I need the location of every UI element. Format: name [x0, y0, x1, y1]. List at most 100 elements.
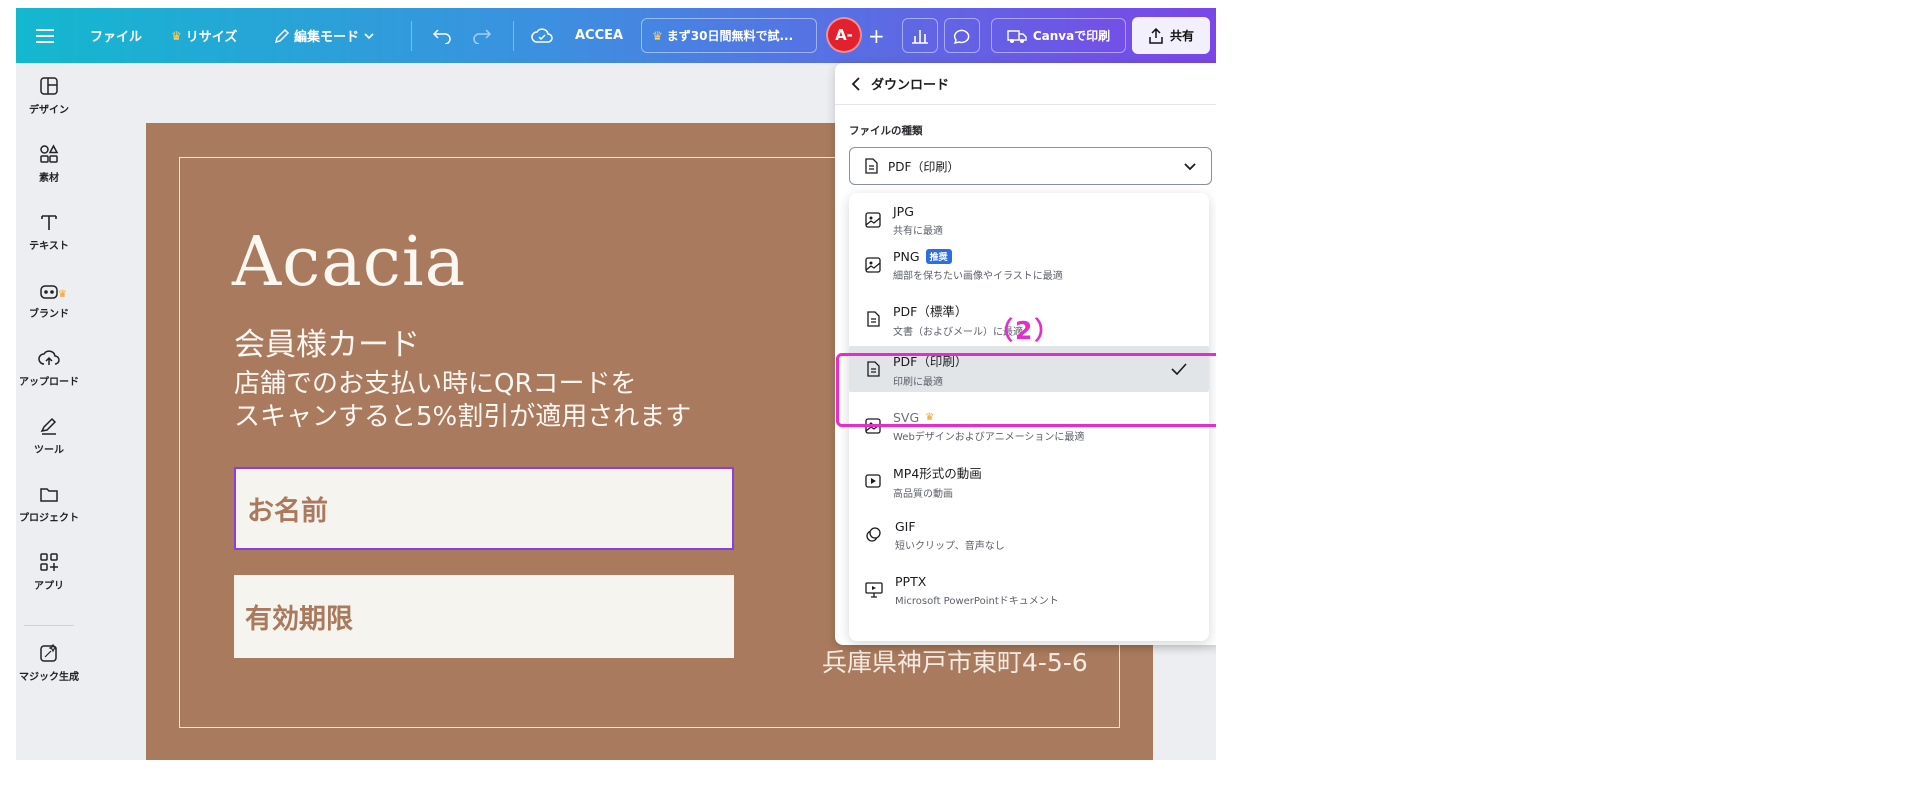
edit-mode-dropdown[interactable]: 編集モード	[274, 8, 375, 63]
file-type-value: PDF（印刷）	[888, 159, 960, 174]
sidebar-item-projects[interactable]: プロジェクト	[16, 484, 82, 524]
print-label: Canvaで印刷	[1032, 29, 1111, 43]
sidebar-item-label: ブランド	[29, 309, 69, 320]
user-name-label: ACCEA	[575, 28, 624, 43]
option-desc: Webデザインおよびアニメーションに最適	[893, 431, 1085, 443]
card-subtitle[interactable]: 会員様カード	[234, 319, 420, 364]
sidebar-item-apps[interactable]: アプリ	[16, 552, 82, 592]
option-desc: 高品質の動画	[893, 488, 953, 500]
folder-icon	[40, 488, 58, 502]
sidebar-item-label: プロジェクト	[19, 513, 79, 524]
user-name: ACCEA	[575, 8, 623, 63]
sidebar-item-label: アプリ	[34, 581, 64, 592]
apps-icon	[40, 553, 58, 571]
resize-button[interactable]: ♛ リサイズ	[171, 8, 237, 63]
option-desc: 細部を保ちたい画像やイラストに最適	[893, 270, 1063, 282]
annotation-label: （2）	[988, 316, 1062, 345]
cloud-save-button[interactable]	[531, 8, 553, 63]
insights-button[interactable]	[902, 18, 938, 53]
sidebar-item-text[interactable]: テキスト	[16, 212, 82, 252]
panel-header: ダウンロード	[835, 63, 1216, 105]
option-title: PNG	[893, 248, 920, 264]
highlight-box	[836, 353, 1216, 427]
recommended-badge: 推奨	[925, 248, 952, 264]
tool-icon	[40, 417, 57, 435]
brand-icon	[40, 285, 58, 299]
undo-icon	[432, 28, 451, 44]
file-type-label: ファイルの種類	[849, 125, 923, 137]
presentation-icon	[865, 582, 883, 598]
text-icon	[41, 215, 57, 230]
option-title: JPG	[893, 203, 914, 219]
left-sidebar: デザイン 素材 テキスト ♛ ブランド アップロード ツール プロジェクト アプ…	[16, 63, 82, 760]
file-menu-label: ファイル	[90, 30, 143, 45]
sidebar-item-label: マジック生成	[19, 672, 79, 683]
free-trial-label: まず30日間無料で試...	[666, 29, 794, 43]
bar-chart-icon	[912, 29, 928, 44]
sidebar-item-magic[interactable]: マジック生成	[16, 643, 82, 683]
name-field-box[interactable]: お名前	[234, 467, 734, 550]
share-icon	[1149, 27, 1163, 44]
add-collaborator-button[interactable]: +	[868, 8, 885, 63]
avatar-initials: A-	[835, 26, 853, 44]
file-type-select[interactable]: PDF（印刷）	[849, 147, 1212, 185]
edit-mode-label: 編集モード	[294, 30, 360, 45]
print-with-canva-button[interactable]: Canvaで印刷	[991, 18, 1126, 53]
chevron-down-icon	[364, 32, 374, 39]
option-title: MP4形式の動画	[893, 465, 982, 481]
redo-button[interactable]	[472, 8, 492, 63]
magic-icon	[40, 643, 58, 662]
option-pptx[interactable]: PPTX Microsoft PowerPointドキュメント	[849, 563, 1209, 617]
free-trial-button[interactable]: ♛ まず30日間無料で試...	[641, 18, 817, 53]
sidebar-item-tools[interactable]: ツール	[16, 416, 82, 456]
elements-icon	[40, 144, 59, 163]
plus-icon: +	[868, 23, 885, 48]
sidebar-item-upload[interactable]: アップロード	[16, 348, 82, 388]
option-gif[interactable]: GIF 短いクリップ、音声なし	[849, 508, 1209, 562]
cloud-check-icon	[531, 27, 553, 43]
option-png[interactable]: PNG 推奨細部を保ちたい画像やイラストに最適	[849, 238, 1209, 292]
video-icon	[865, 474, 881, 488]
file-menu[interactable]: ファイル	[90, 8, 142, 63]
undo-button[interactable]	[432, 8, 452, 63]
sidebar-item-brand[interactable]: ブランド	[16, 280, 82, 320]
card-description-line: 店舗でのお支払い時にQRコードを	[234, 369, 637, 399]
sidebar-item-label: テキスト	[29, 241, 69, 252]
hamburger-icon	[36, 28, 54, 43]
option-desc: Microsoft PowerPointドキュメント	[895, 595, 1059, 607]
toolbar-divider	[513, 21, 514, 51]
option-mp4[interactable]: MP4形式の動画高品質の動画	[849, 454, 1209, 508]
truck-icon	[1007, 29, 1027, 43]
back-arrow-icon[interactable]	[851, 76, 861, 91]
panel-title: ダウンロード	[871, 78, 950, 93]
hamburger-menu-button[interactable]	[36, 8, 54, 63]
store-address[interactable]: 兵庫県神戸市東町4-5-6	[822, 643, 1088, 679]
document-icon	[865, 158, 878, 174]
pencil-icon	[274, 28, 290, 43]
brand-title[interactable]: Acacia	[232, 223, 466, 302]
crown-icon: ♛	[171, 28, 182, 43]
sidebar-item-label: デザイン	[29, 105, 69, 116]
sidebar-divider	[24, 625, 74, 626]
upload-icon	[38, 350, 60, 365]
comment-icon	[953, 29, 970, 44]
sidebar-item-label: ツール	[34, 445, 64, 456]
top-bar: ファイル ♛ リサイズ 編集モード ACCEA ♛ まず30日間無料で試... …	[16, 8, 1216, 63]
sidebar-item-design[interactable]: デザイン	[16, 76, 82, 116]
option-title: PPTX	[895, 573, 927, 589]
expiry-field-box[interactable]: 有効期限	[234, 575, 734, 658]
card-description[interactable]: 店舗でのお支払い時にQRコードを スキャンすると5%割引が適用されます	[234, 368, 691, 434]
share-button[interactable]: 共有	[1132, 17, 1210, 54]
avatar[interactable]: A-	[826, 17, 862, 53]
comment-button[interactable]	[944, 18, 980, 53]
document-icon	[867, 311, 880, 327]
gif-icon	[866, 527, 881, 542]
name-label: お名前	[247, 496, 328, 527]
sidebar-item-label: アップロード	[19, 377, 79, 388]
sidebar-item-elements[interactable]: 素材	[16, 144, 82, 184]
sidebar-item-label: 素材	[39, 173, 59, 184]
design-icon	[40, 77, 58, 95]
redo-icon	[473, 28, 492, 44]
expiry-label: 有効期限	[245, 604, 353, 635]
option-title: GIF	[895, 518, 916, 534]
